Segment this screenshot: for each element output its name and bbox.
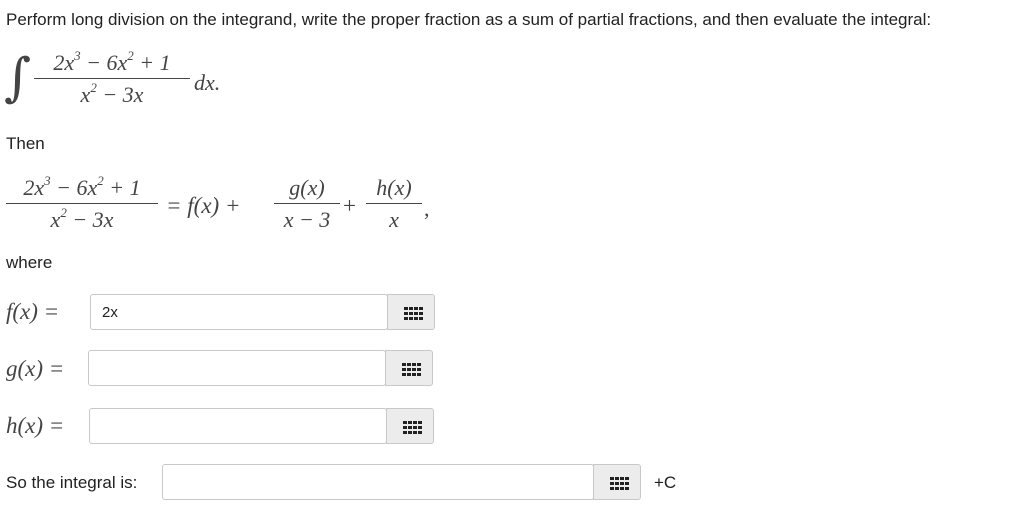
- grid-dots-icon: [610, 477, 629, 490]
- then-label: Then: [6, 134, 45, 153]
- grid-dots-icon: [402, 363, 421, 376]
- h-label: h(x) =: [6, 413, 65, 438]
- h-input[interactable]: [89, 408, 387, 444]
- integrand-denominator: x2 − 3x: [80, 80, 144, 107]
- integral-sign: ∫: [4, 48, 32, 108]
- f-palette-button[interactable]: [387, 294, 435, 330]
- integrand-fraction: 2x3 − 6x2 + 1 x2 − 3x: [34, 48, 190, 108]
- comma: ,: [424, 196, 430, 221]
- grid-dots-icon: [404, 307, 423, 320]
- h-denominator: x: [389, 207, 399, 232]
- decomp-fraction: 2x3 − 6x2 + 1 x2 − 3x: [6, 173, 158, 233]
- instruction-text: Perform long division on the integrand, …: [6, 10, 932, 29]
- h-palette-button[interactable]: [386, 408, 434, 444]
- g-label: g(x) =: [6, 356, 65, 381]
- g-numerator: g(x): [289, 175, 325, 200]
- g-input[interactable]: [88, 350, 386, 386]
- f-input-value: 2x: [102, 304, 118, 321]
- decomp-denominator: x2 − 3x: [50, 205, 114, 232]
- integral-answer-label: So the integral is:: [6, 473, 138, 492]
- g-fraction: g(x) x − 3: [274, 175, 340, 233]
- f-label: f(x) =: [6, 299, 60, 324]
- integrand-numerator: 2x3 − 6x2 + 1: [53, 48, 171, 75]
- integral-palette-button[interactable]: [593, 464, 641, 500]
- grid-dots-icon: [403, 421, 422, 434]
- g-palette-button[interactable]: [385, 350, 433, 386]
- where-label: where: [6, 253, 53, 272]
- equals-f-term: = f(x) +: [166, 193, 241, 218]
- f-input[interactable]: 2x: [90, 294, 388, 330]
- h-numerator: h(x): [376, 175, 412, 200]
- plus-c-suffix: +C: [654, 473, 677, 492]
- decomp-numerator: 2x3 − 6x2 + 1: [23, 173, 141, 200]
- h-fraction: h(x) x: [366, 175, 422, 233]
- g-denominator: x − 3: [283, 207, 331, 232]
- plus-sign: +: [343, 193, 356, 218]
- integral-answer-input[interactable]: [162, 464, 594, 500]
- differential: dx.: [194, 70, 221, 95]
